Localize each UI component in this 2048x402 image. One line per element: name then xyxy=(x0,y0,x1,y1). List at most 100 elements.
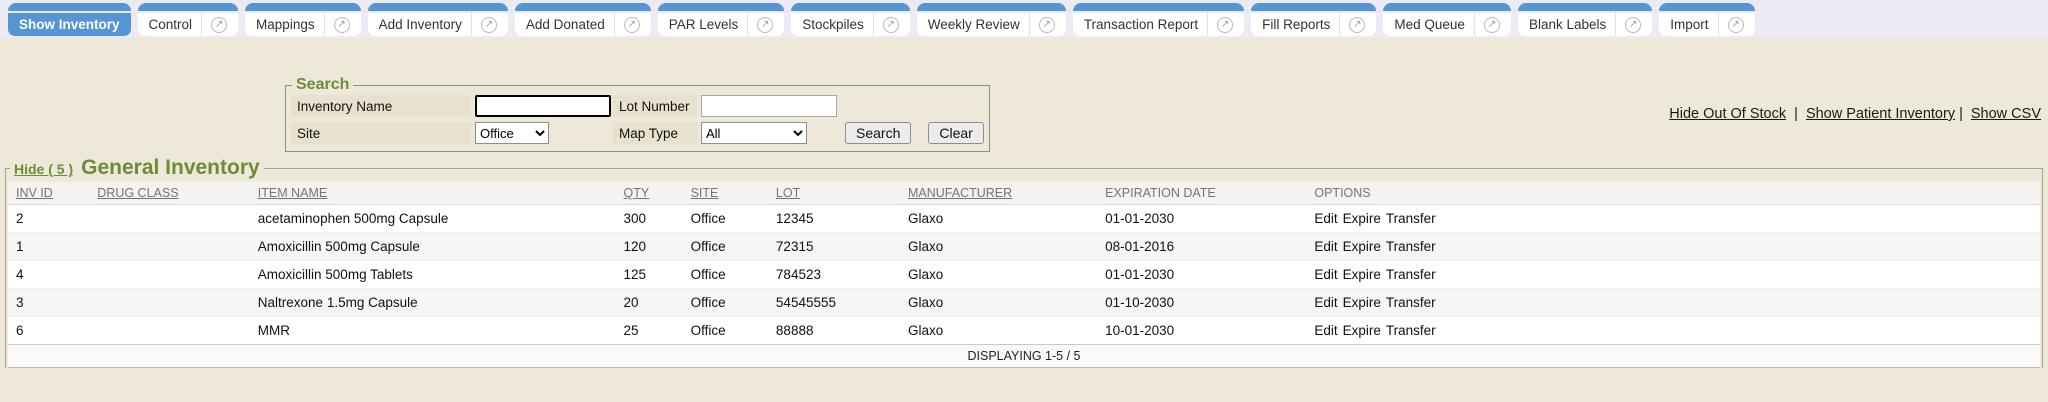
site-select[interactable]: Office xyxy=(475,122,549,144)
tab-top-strip xyxy=(368,3,508,11)
column-header-label: QTY xyxy=(624,186,650,200)
cell-item-name: Amoxicillin 500mg Tablets xyxy=(250,261,616,289)
external-link-icon[interactable]: ↗ xyxy=(1728,17,1744,33)
tab-label: PAR Levels xyxy=(669,17,739,32)
expire-link[interactable]: Expire xyxy=(1343,211,1381,226)
cell-qty: 20 xyxy=(616,289,683,317)
external-link-icon[interactable]: ↗ xyxy=(1217,17,1233,33)
tab-control[interactable]: Control ↗ xyxy=(138,3,239,36)
hide-count-link[interactable]: Hide ( 5 ) xyxy=(14,161,73,177)
column-header-qty[interactable]: QTY xyxy=(616,182,683,205)
inventory-name-input[interactable] xyxy=(475,95,611,117)
external-link-icon[interactable]: ↗ xyxy=(624,17,640,33)
external-link-icon[interactable]: ↗ xyxy=(211,17,227,33)
cell-site: Office xyxy=(683,289,768,317)
tab-label: Add Donated xyxy=(526,17,605,32)
column-header-inv-id[interactable]: INV ID xyxy=(8,182,89,205)
tab-weekly-review[interactable]: Weekly Review↗ xyxy=(917,3,1066,36)
tab-fill-reports[interactable]: Fill Reports↗ xyxy=(1251,3,1376,36)
table-row: 3Naltrexone 1.5mg Capsule20Office5454555… xyxy=(8,289,2040,317)
inventory-name-label: Inventory Name xyxy=(291,95,471,117)
cell-expiration-date: 01-10-2030 xyxy=(1097,289,1306,317)
tab-top-strip xyxy=(658,3,785,11)
tab-show-inventory[interactable]: Show Inventory xyxy=(8,3,131,36)
show-csv-link[interactable]: Show CSV xyxy=(1971,106,2041,122)
lot-number-input[interactable] xyxy=(701,95,837,117)
cell-lot: 12345 xyxy=(768,205,900,233)
tab-add-donated[interactable]: Add Donated ↗ xyxy=(515,3,651,36)
inventory-table-body: 2acetaminophen 500mg Capsule300Office123… xyxy=(8,205,2040,345)
external-link-icon[interactable]: ↗ xyxy=(1484,17,1500,33)
cell-lot: 72315 xyxy=(768,233,900,261)
cell-item-name: Amoxicillin 500mg Capsule xyxy=(250,233,616,261)
tab-blank-labels[interactable]: Blank Labels↗ xyxy=(1518,3,1652,36)
external-link-icon[interactable]: ↗ xyxy=(757,17,773,33)
map-type-label: Map Type xyxy=(613,122,697,144)
edit-link[interactable]: Edit xyxy=(1314,323,1337,338)
column-header-item-name[interactable]: ITEM NAME xyxy=(250,182,616,205)
search-button[interactable]: Search xyxy=(845,122,911,144)
external-link-icon[interactable]: ↗ xyxy=(1039,17,1055,33)
transfer-link[interactable]: Transfer xyxy=(1386,267,1436,282)
tab-import[interactable]: Import↗ xyxy=(1659,3,1754,36)
tab-top-strip xyxy=(1383,3,1511,11)
cell-options: Edit Expire Transfer xyxy=(1306,233,2040,261)
hide-out-of-stock-link[interactable]: Hide Out Of Stock xyxy=(1669,106,1786,122)
transfer-link[interactable]: Transfer xyxy=(1386,323,1436,338)
tab-med-queue[interactable]: Med Queue↗ xyxy=(1383,3,1511,36)
column-header-lot[interactable]: LOT xyxy=(768,182,900,205)
column-header-manufacturer[interactable]: MANUFACTURER xyxy=(900,182,1097,205)
cell-options: Edit Expire Transfer xyxy=(1306,317,2040,345)
tab-external-section: ↗ xyxy=(1029,13,1055,36)
clear-button[interactable]: Clear xyxy=(928,122,983,144)
tab-label: Control xyxy=(149,17,193,32)
tab-top-strip xyxy=(917,3,1066,11)
external-link-icon[interactable]: ↗ xyxy=(334,17,350,33)
expire-link[interactable]: Expire xyxy=(1343,239,1381,254)
cell-inv-id: 3 xyxy=(8,289,89,317)
column-header-site[interactable]: SITE xyxy=(683,182,768,205)
tab-mappings[interactable]: Mappings↗ xyxy=(245,3,361,36)
tab-external-section: ↗ xyxy=(1718,13,1744,36)
tab-add-inventory[interactable]: Add Inventory↗ xyxy=(368,3,508,36)
column-header-drug-class[interactable]: DRUG CLASS xyxy=(89,182,250,205)
edit-link[interactable]: Edit xyxy=(1314,295,1337,310)
column-header-label: EXPIRATION DATE xyxy=(1105,186,1216,200)
expire-link[interactable]: Expire xyxy=(1343,295,1381,310)
edit-link[interactable]: Edit xyxy=(1314,211,1337,226)
tab-stockpiles[interactable]: Stockpiles↗ xyxy=(791,3,910,36)
edit-link[interactable]: Edit xyxy=(1314,239,1337,254)
tab-external-section: ↗ xyxy=(1207,13,1233,36)
table-row: 4Amoxicillin 500mg Tablets125Office78452… xyxy=(8,261,2040,289)
link-separator: | xyxy=(1786,106,1802,122)
table-row: 6MMR25Office88888Glaxo10-01-2030EditExpi… xyxy=(8,317,2040,345)
tab-transaction-report[interactable]: Transaction Report↗ xyxy=(1073,3,1244,36)
column-header-label: DRUG CLASS xyxy=(97,186,178,200)
external-link-icon[interactable]: ↗ xyxy=(1625,17,1641,33)
cell-manufacturer: Glaxo xyxy=(900,261,1097,289)
search-panel: Search Inventory Name Lot Number Site Of… xyxy=(285,76,990,152)
external-link-icon[interactable]: ↗ xyxy=(1349,17,1365,33)
transfer-link[interactable]: Transfer xyxy=(1386,295,1436,310)
column-header-label: ITEM NAME xyxy=(258,186,327,200)
tab-par-levels[interactable]: PAR Levels ↗ xyxy=(658,3,785,36)
expire-link[interactable]: Expire xyxy=(1343,323,1381,338)
tab-top-strip xyxy=(791,3,910,11)
tab-label: Show Inventory xyxy=(19,17,120,32)
cell-lot: 54545555 xyxy=(768,289,900,317)
cell-expiration-date: 01-01-2030 xyxy=(1097,261,1306,289)
column-header-expiration-date: EXPIRATION DATE xyxy=(1097,182,1306,205)
map-type-select[interactable]: All xyxy=(701,122,807,144)
tab-top-strip xyxy=(138,3,239,11)
show-patient-inventory-link[interactable]: Show Patient Inventory xyxy=(1806,106,1955,122)
edit-link[interactable]: Edit xyxy=(1314,267,1337,282)
expire-link[interactable]: Expire xyxy=(1343,267,1381,282)
external-link-icon[interactable]: ↗ xyxy=(481,17,497,33)
cell-site: Office xyxy=(683,233,768,261)
cell-manufacturer: Glaxo xyxy=(900,233,1097,261)
external-link-icon[interactable]: ↗ xyxy=(883,17,899,33)
transfer-link[interactable]: Transfer xyxy=(1386,239,1436,254)
tab-external-section: ↗ xyxy=(747,13,773,36)
view-links: Hide Out Of Stock | Show Patient Invento… xyxy=(1669,106,2041,122)
transfer-link[interactable]: Transfer xyxy=(1386,211,1436,226)
